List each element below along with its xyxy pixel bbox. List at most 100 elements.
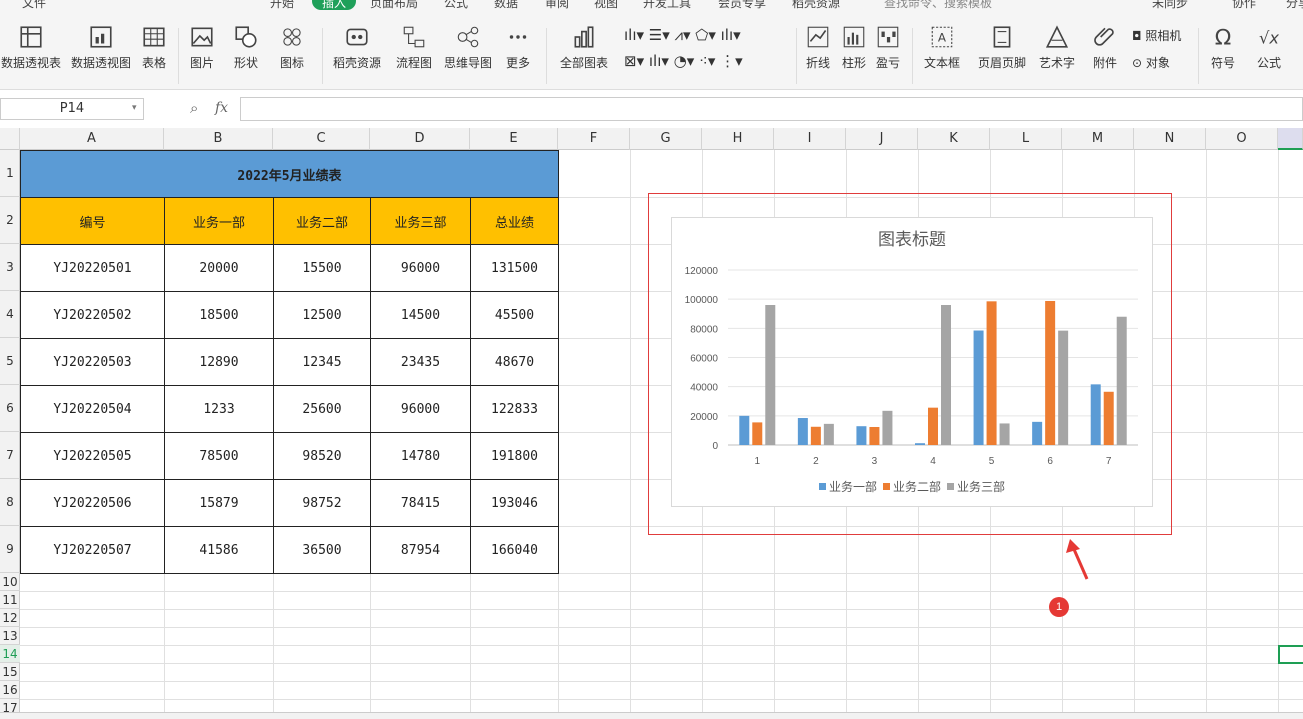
cell[interactable]: 15500 [273, 244, 371, 292]
object-button[interactable]: ⊙ 对象 [1132, 54, 1170, 71]
textbox-button[interactable]: A 文本框 [918, 24, 966, 71]
mindmap-button[interactable]: 思维导图 [442, 24, 494, 71]
header-cell[interactable]: 编号 [20, 197, 165, 245]
cell[interactable]: 12890 [164, 338, 274, 386]
collab-button[interactable]: 协作 [1232, 0, 1256, 11]
menu-file[interactable]: 文件 [22, 0, 46, 11]
row-header[interactable]: 15 [0, 663, 20, 681]
row-header[interactable]: 10 [0, 573, 20, 591]
more-button[interactable]: 更多 [500, 24, 536, 71]
menu-review[interactable]: 审阅 [545, 0, 569, 11]
fx-icon[interactable]: fx [215, 100, 228, 116]
flowchart-button[interactable]: 流程图 [392, 24, 436, 71]
select-all-corner[interactable] [0, 128, 20, 150]
formula-button[interactable]: √x 公式 [1250, 24, 1288, 71]
wordart-button[interactable]: 艺术字 [1034, 24, 1080, 71]
column-header[interactable]: M [1062, 128, 1134, 150]
cell[interactable]: 191800 [470, 432, 559, 480]
icon-button[interactable]: 图标 [274, 24, 310, 71]
column-header[interactable]: I [774, 128, 846, 150]
column-header[interactable]: L [990, 128, 1062, 150]
search-box[interactable]: 查找命令、搜索模板 [884, 0, 992, 11]
column-header[interactable]: J [846, 128, 918, 150]
menu-formulas[interactable]: 公式 [444, 0, 468, 11]
chevron-down-icon[interactable]: ▾ [132, 103, 137, 113]
sparkline-line-button[interactable]: 折线 [802, 24, 834, 71]
cell[interactable]: 122833 [470, 385, 559, 433]
cell[interactable]: YJ20220501 [20, 244, 165, 292]
row-header[interactable]: 5 [0, 338, 20, 385]
pivot-table-button[interactable]: 数据透视表 [0, 24, 62, 71]
cell[interactable]: 78500 [164, 432, 274, 480]
cell[interactable]: 193046 [470, 479, 559, 527]
menu-view[interactable]: 视图 [594, 0, 618, 11]
cell[interactable]: 78415 [370, 479, 471, 527]
cell[interactable]: 45500 [470, 291, 559, 339]
column-header[interactable]: F [558, 128, 630, 150]
column-header-selected[interactable] [1278, 128, 1303, 150]
cell[interactable]: 131500 [470, 244, 559, 292]
cell[interactable]: 15879 [164, 479, 274, 527]
row-header[interactable]: 12 [0, 609, 20, 627]
column-header[interactable]: G [630, 128, 702, 150]
sparkline-winloss-button[interactable]: 盈亏 [872, 24, 904, 71]
menu-developer[interactable]: 开发工具 [643, 0, 691, 11]
sheet-title[interactable]: 2022年5月业绩表 [20, 150, 559, 198]
column-header[interactable]: O [1206, 128, 1278, 150]
attachment-button[interactable]: 附件 [1088, 24, 1122, 71]
row-header[interactable]: 11 [0, 591, 20, 609]
column-header[interactable]: A [20, 128, 164, 150]
header-footer-button[interactable]: 页眉页脚 [974, 24, 1030, 71]
cell[interactable]: 12500 [273, 291, 371, 339]
share-button[interactable]: 分享 [1286, 0, 1303, 11]
cell[interactable]: 14500 [370, 291, 471, 339]
cell[interactable]: YJ20220506 [20, 479, 165, 527]
cell[interactable]: 18500 [164, 291, 274, 339]
cell[interactable]: 12345 [273, 338, 371, 386]
cell[interactable]: YJ20220502 [20, 291, 165, 339]
chart-object[interactable]: 图表标题 0 20000 40000 60000 80000 100000 120000 1… [671, 217, 1153, 507]
menu-page-layout[interactable]: 页面布局 [370, 0, 418, 11]
table-button[interactable]: 表格 [140, 24, 168, 71]
cell[interactable]: 166040 [470, 526, 559, 574]
column-header[interactable]: E [470, 128, 558, 150]
cell[interactable]: 23435 [370, 338, 471, 386]
row-header[interactable]: 3 [0, 244, 20, 291]
menu-home[interactable]: 开始 [270, 0, 294, 11]
cell[interactable]: 48670 [470, 338, 559, 386]
row-header[interactable]: 16 [0, 681, 20, 699]
docer-button[interactable]: 稻壳资源 [330, 24, 384, 71]
cell[interactable]: 96000 [370, 385, 471, 433]
row-header[interactable]: 6 [0, 385, 20, 432]
cell[interactable]: 36500 [273, 526, 371, 574]
formula-input[interactable] [240, 97, 1303, 121]
cell[interactable]: 96000 [370, 244, 471, 292]
sync-status[interactable]: 未同步 [1152, 0, 1188, 11]
menu-member[interactable]: 会员专享 [718, 0, 766, 11]
chart-title[interactable]: 图表标题 [878, 230, 946, 249]
menu-docer[interactable]: 稻壳资源 [792, 0, 840, 11]
header-cell[interactable]: 业务三部 [370, 197, 471, 245]
camera-button[interactable]: ◘ 照相机 [1132, 27, 1181, 44]
row-header[interactable]: 13 [0, 627, 20, 645]
name-box[interactable]: P14 [0, 98, 144, 120]
sparkline-column-button[interactable]: 柱形 [838, 24, 870, 71]
column-header[interactable]: C [273, 128, 370, 150]
cell[interactable]: 98520 [273, 432, 371, 480]
row-header[interactable]: 8 [0, 479, 20, 526]
row-header[interactable]: 7 [0, 432, 20, 479]
zoom-icon[interactable]: ⌕ [190, 99, 198, 117]
column-header[interactable]: B [164, 128, 273, 150]
row-header[interactable]: 9 [0, 526, 20, 573]
header-cell[interactable]: 业务一部 [164, 197, 274, 245]
row-header-selected[interactable]: 14 [0, 645, 20, 663]
cell[interactable]: 87954 [370, 526, 471, 574]
header-cell[interactable]: 总业绩 [470, 197, 559, 245]
column-header[interactable]: H [702, 128, 774, 150]
row-header[interactable]: 2 [0, 197, 20, 244]
row-header[interactable]: 4 [0, 291, 20, 338]
all-charts-button[interactable]: 全部图表 [554, 24, 614, 71]
column-header[interactable]: K [918, 128, 990, 150]
cell[interactable]: YJ20220505 [20, 432, 165, 480]
picture-button[interactable]: 图片 [184, 24, 220, 71]
